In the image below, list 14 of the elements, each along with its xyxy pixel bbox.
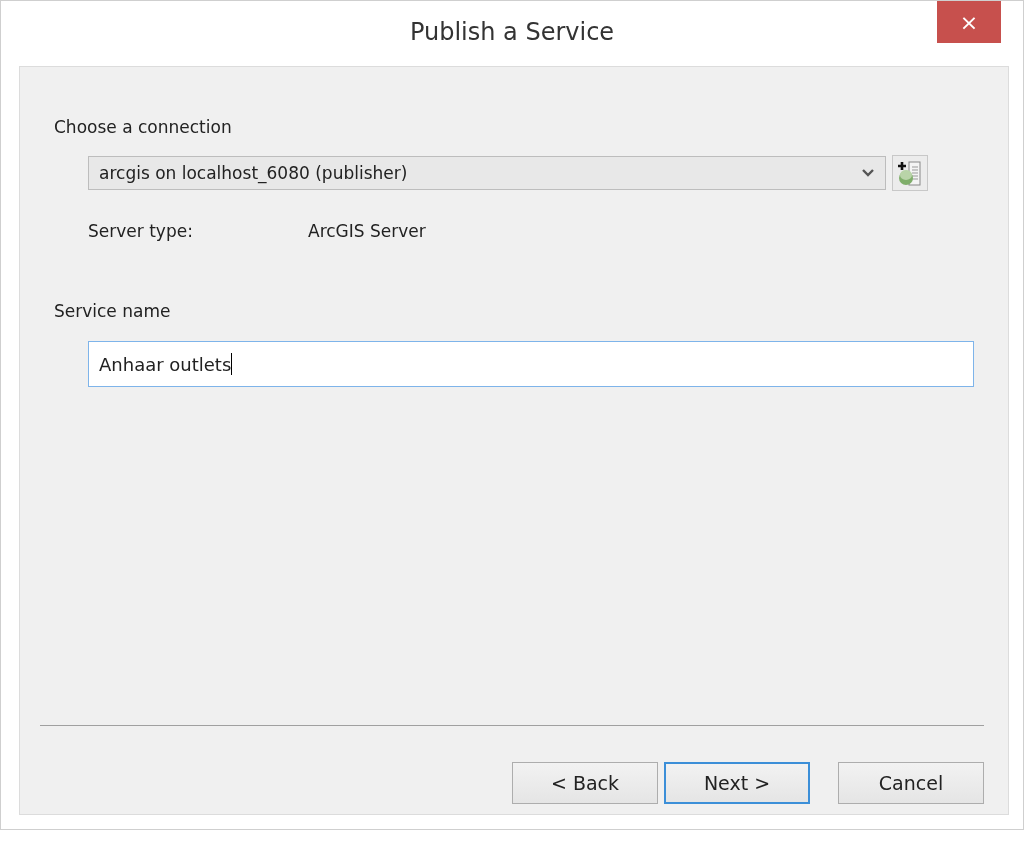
- add-server-icon: [897, 159, 923, 187]
- add-connection-button[interactable]: [892, 155, 928, 191]
- wizard-button[interactable]: Cancel: [838, 762, 984, 804]
- connection-dropdown[interactable]: arcgis on localhost_6080 (publisher): [88, 156, 886, 190]
- connection-label: Choose a connection: [54, 117, 232, 137]
- service-name-field[interactable]: Anhaar outlets: [88, 341, 974, 387]
- close-button[interactable]: ×: [937, 1, 1001, 43]
- window-title: Publish a Service: [409, 18, 615, 46]
- wizard-button[interactable]: < Back: [512, 762, 658, 804]
- server-type-value: ArcGIS Server: [308, 221, 426, 241]
- server-type-label: Server type:: [88, 221, 194, 241]
- service-name-label: Service name: [54, 301, 171, 321]
- chevron-down-icon: [861, 168, 875, 178]
- wizard-button[interactable]: Next >: [664, 762, 810, 804]
